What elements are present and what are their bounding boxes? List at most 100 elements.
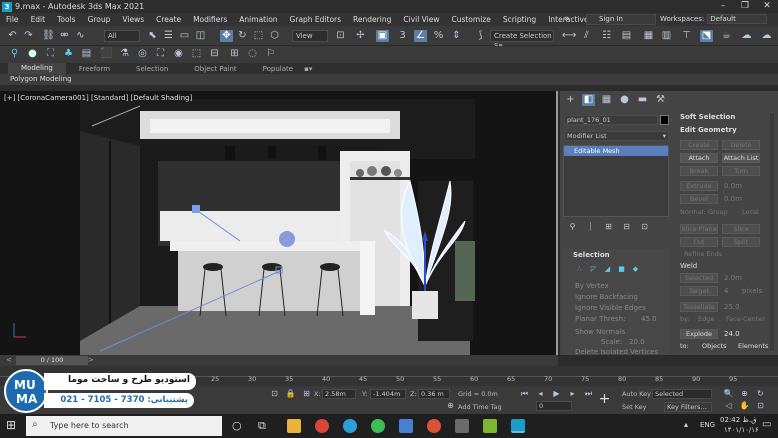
pivot-center-icon[interactable]: ⊡: [334, 30, 347, 42]
sign-in-dropdown[interactable]: Sign In: [586, 14, 656, 25]
polygon-mode-icon[interactable]: ■: [615, 263, 628, 275]
language-indicator[interactable]: ENG: [700, 421, 715, 429]
selected-weld-value[interactable]: 2.0m: [724, 274, 742, 282]
spinner-snap-icon[interactable]: ⇕: [450, 30, 463, 42]
scale-value[interactable]: 20.0: [629, 338, 645, 346]
window-crossing-icon[interactable]: ◫: [194, 30, 207, 42]
corona-lightmix-icon[interactable]: ⊟: [208, 48, 221, 60]
tab-populate[interactable]: Populate: [250, 65, 306, 73]
frame-counter[interactable]: 0 / 100: [16, 356, 88, 365]
group-radio[interactable]: Group: [708, 208, 728, 216]
camtasia-icon[interactable]: [483, 419, 497, 433]
corona-decal-icon[interactable]: ◎: [136, 48, 149, 60]
go-to-start-icon[interactable]: ⏮: [518, 388, 531, 400]
explode-value[interactable]: 24.0: [724, 330, 740, 338]
prev-frame-icon[interactable]: <: [6, 356, 12, 364]
play-icon[interactable]: ▶: [550, 388, 563, 400]
add-time-tag-icon[interactable]: ⊕: [444, 400, 457, 412]
auto-key-button[interactable]: Auto Key: [622, 390, 651, 398]
corona-bitmap-icon[interactable]: ◌: [246, 48, 259, 60]
tessellate-button[interactable]: Tessellate: [680, 302, 718, 312]
menu-views[interactable]: Views: [116, 15, 150, 24]
material-editor-icon[interactable]: ⊤: [680, 30, 693, 42]
corona-converter-icon[interactable]: ⚗: [118, 48, 131, 60]
x-coordinate-field[interactable]: 2.58m: [322, 389, 356, 399]
app-icon-orange[interactable]: [427, 419, 441, 433]
objects-radio[interactable]: Objects: [702, 342, 727, 350]
named-selection-sets-dropdown[interactable]: Create Selection Se: [490, 30, 554, 50]
previous-frame-icon[interactable]: ◂: [534, 388, 547, 400]
key-mode-dropdown[interactable]: Selected: [652, 389, 712, 399]
explode-button[interactable]: Explode: [680, 329, 718, 339]
go-to-end-icon[interactable]: ⏭: [582, 388, 595, 400]
modifier-stack[interactable]: Editable Mesh: [563, 145, 669, 217]
hierarchy-panel-icon[interactable]: ▦: [600, 94, 613, 106]
local-radio[interactable]: Local: [742, 208, 759, 216]
delete-button[interactable]: Delete: [722, 140, 760, 150]
bevel-button[interactable]: Bevel: [680, 194, 718, 204]
corona-material-icon[interactable]: ⬛: [100, 48, 113, 60]
network-icon[interactable]: ▴: [684, 420, 688, 429]
menu-civil-view[interactable]: Civil View: [397, 15, 445, 24]
corona-distance-icon[interactable]: ⊞: [228, 48, 241, 60]
create-button[interactable]: Create: [680, 140, 718, 150]
menu-modifiers[interactable]: Modifiers: [187, 15, 233, 24]
selected-weld-button[interactable]: Selected: [680, 273, 718, 283]
render-cloud-icon[interactable]: ☁: [760, 30, 773, 42]
stack-item-editable-mesh[interactable]: Editable Mesh: [564, 146, 668, 156]
configure-sets-icon[interactable]: ⊡: [638, 221, 651, 233]
pan-icon[interactable]: ✋: [738, 400, 751, 412]
edge-radio[interactable]: Edge: [698, 315, 714, 323]
select-object-icon[interactable]: ⬉: [146, 30, 159, 42]
menu-animation[interactable]: Animation: [233, 15, 283, 24]
workspaces-value[interactable]: Default: [707, 14, 768, 24]
snaps-toggle-icon[interactable]: 3: [396, 30, 409, 42]
clock-date[interactable]: ۱۴۰۱/۱۰/۱۶: [724, 426, 759, 434]
curve-editor-icon[interactable]: ▦: [642, 30, 655, 42]
file-explorer-icon[interactable]: [287, 419, 301, 433]
angle-snap-icon[interactable]: ∠: [414, 30, 427, 42]
minimize-button[interactable]: –: [712, 0, 734, 13]
menu-edit[interactable]: Edit: [25, 15, 52, 24]
notification-icon[interactable]: ▭: [762, 419, 771, 430]
schematic-view-icon[interactable]: ▥: [660, 30, 673, 42]
select-and-rotate-icon[interactable]: ↻: [236, 30, 249, 42]
toggle-ribbon-icon[interactable]: ▤: [620, 30, 633, 42]
selection-filter-dropdown[interactable]: All: [104, 30, 140, 42]
tab-modeling[interactable]: Modeling: [8, 63, 66, 74]
target-weld-value[interactable]: 4: [724, 287, 728, 295]
add-time-tag-label[interactable]: Add Time Tag: [458, 403, 502, 411]
slice-plane-button[interactable]: Slice Plane: [680, 224, 718, 234]
split-button[interactable]: Split: [722, 237, 760, 247]
corona-camera-icon[interactable]: ⛶: [44, 48, 57, 60]
face-mode-icon[interactable]: ◢: [601, 263, 614, 275]
reference-coordinate-dropdown[interactable]: View: [292, 30, 328, 42]
manipulate-icon[interactable]: ✢: [354, 30, 367, 42]
redo-icon[interactable]: ↷: [22, 30, 35, 42]
restore-button[interactable]: ❐: [734, 0, 756, 13]
make-unique-icon[interactable]: ⊞: [602, 221, 615, 233]
rendered-frame-window-icon[interactable]: ☕: [720, 30, 733, 42]
place-icon[interactable]: ⬡: [268, 30, 281, 42]
menu-file[interactable]: File: [0, 15, 25, 24]
clock-time[interactable]: 02:42 ق.ظ: [720, 416, 757, 424]
corona-denoise-icon[interactable]: ◉: [172, 48, 185, 60]
rectangular-selection-icon[interactable]: ▭: [178, 30, 191, 42]
attach-list-button[interactable]: Attach List: [722, 153, 760, 163]
corona-tools-icon[interactable]: ⚐: [264, 48, 277, 60]
rocket-app-icon[interactable]: [455, 419, 469, 433]
task-view-icon[interactable]: ⧉: [258, 419, 266, 433]
current-frame-field[interactable]: 0: [536, 401, 572, 411]
utilities-panel-icon[interactable]: ⚒: [654, 94, 667, 106]
zoom-all-icon[interactable]: ⊕: [738, 388, 751, 400]
select-and-move-icon[interactable]: ✥: [220, 30, 233, 42]
app-icon-blue[interactable]: [399, 419, 413, 433]
keyboard-shortcut-override-icon[interactable]: ▣: [376, 30, 389, 42]
percent-snap-icon[interactable]: %: [432, 30, 445, 42]
selection-lock-icon[interactable]: 🔒: [284, 388, 297, 400]
corona-interactive-icon[interactable]: ⛶: [154, 48, 167, 60]
cortana-icon[interactable]: ○: [232, 419, 242, 432]
menu-rendering[interactable]: Rendering: [347, 15, 397, 24]
undo-icon[interactable]: ↶: [6, 30, 19, 42]
expand-menu-icon[interactable]: »: [564, 14, 570, 24]
